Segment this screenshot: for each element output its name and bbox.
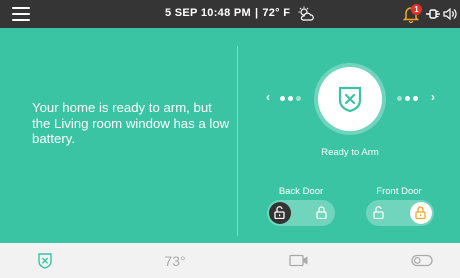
carousel-dots-right — [397, 96, 418, 102]
carousel-dot — [280, 96, 285, 101]
menu-icon[interactable] — [12, 7, 30, 21]
nav-security[interactable] — [22, 243, 68, 278]
unlocked-icon — [274, 206, 285, 219]
arm-status-label: Ready to Arm — [321, 147, 379, 158]
carousel-dot — [288, 96, 293, 101]
notification-badge: 1 — [411, 4, 422, 15]
carousel-dots-left — [280, 96, 301, 102]
date: 5 SEP — [165, 7, 198, 19]
front-door-label: Front Door — [376, 186, 422, 197]
front-door-lock-toggle[interactable] — [366, 200, 434, 226]
arm-button[interactable] — [318, 67, 382, 131]
locked-icon — [415, 206, 426, 219]
carousel-dot — [413, 96, 418, 101]
unlocked-icon — [373, 206, 384, 219]
status-message: Your home is ready to arm, but the Livin… — [32, 100, 230, 146]
switch-toggle-icon — [411, 254, 433, 267]
security-shield-icon — [38, 252, 52, 269]
bottom-nav-bar: 73° — [0, 243, 460, 278]
partly-cloudy-icon — [298, 6, 314, 21]
carousel-prev-button[interactable]: ‹ — [266, 90, 270, 104]
carousel-dot — [296, 96, 301, 101]
main-panel: Your home is ready to arm, but the Livin… — [0, 28, 460, 243]
lock-knob — [410, 202, 432, 224]
top-status-bar: 5 SEP 10:48 PM | 72° F 1 — [0, 0, 460, 28]
shield-x-icon — [338, 86, 362, 112]
unlock-knob — [269, 202, 291, 224]
time: 10:48 PM — [200, 7, 251, 19]
lock-option — [311, 202, 333, 224]
back-door-label: Back Door — [278, 186, 324, 197]
nav-switches[interactable] — [399, 243, 445, 278]
outdoor-temperature: 72° F — [262, 7, 291, 19]
carousel-dot — [397, 96, 402, 101]
speaker-icon[interactable] — [443, 7, 457, 21]
locked-icon — [316, 206, 327, 219]
status-text: 5 SEP 10:48 PM | 72° F — [165, 7, 290, 19]
camera-icon — [289, 254, 308, 267]
status-separator: | — [254, 7, 259, 19]
unlock-option — [368, 202, 390, 224]
carousel-dot — [405, 96, 410, 101]
panel-divider — [237, 46, 238, 236]
plug-icon — [426, 9, 440, 19]
nav-thermostat[interactable]: 73° — [150, 243, 200, 278]
back-door-lock-toggle[interactable] — [267, 200, 335, 226]
carousel-next-button[interactable]: › — [431, 90, 435, 104]
nav-camera[interactable] — [276, 243, 322, 278]
